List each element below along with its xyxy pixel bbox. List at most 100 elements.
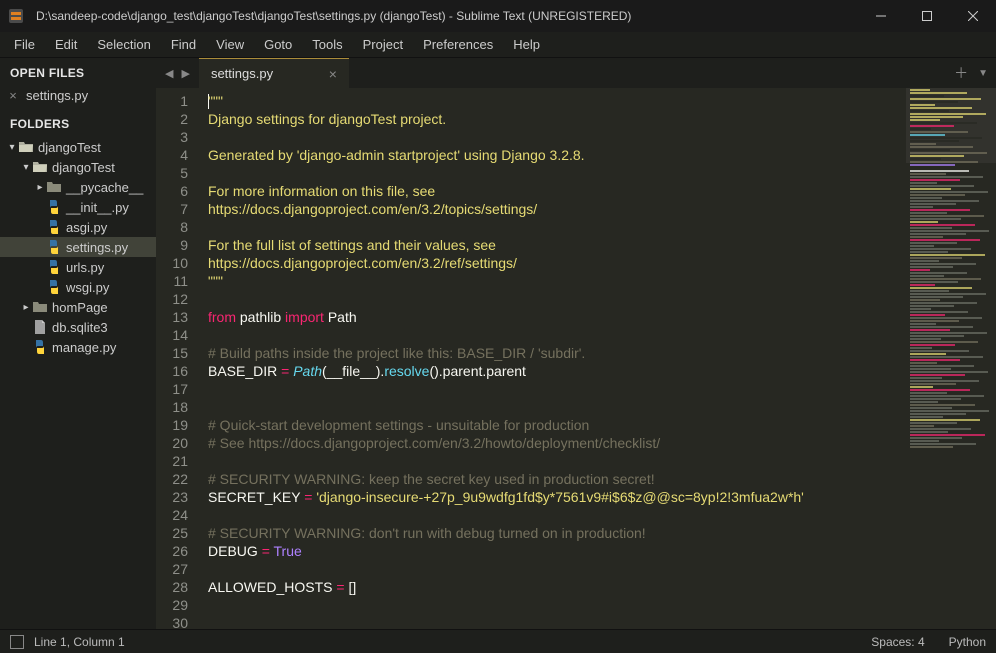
- line-number[interactable]: 7: [156, 200, 188, 218]
- code-line[interactable]: [208, 614, 906, 629]
- tab[interactable]: settings.py×: [199, 58, 349, 88]
- code-line[interactable]: [208, 326, 906, 344]
- tree-file[interactable]: __init__.py: [0, 197, 156, 217]
- line-number[interactable]: 2: [156, 110, 188, 128]
- line-gutter[interactable]: 1234567891011121314151617181920212223242…: [156, 88, 198, 629]
- code-line[interactable]: DEBUG = True: [208, 542, 906, 560]
- code-line[interactable]: from pathlib import Path: [208, 308, 906, 326]
- line-number[interactable]: 21: [156, 452, 188, 470]
- line-number[interactable]: 1: [156, 92, 188, 110]
- tree-folder[interactable]: ▸__pycache__: [0, 177, 156, 197]
- minimap[interactable]: [906, 88, 996, 629]
- tree-file[interactable]: manage.py: [0, 337, 156, 357]
- tree-file[interactable]: db.sqlite3: [0, 317, 156, 337]
- syntax-status[interactable]: Python: [949, 635, 986, 649]
- tree-folder[interactable]: ▾djangoTest: [0, 137, 156, 157]
- line-number[interactable]: 27: [156, 560, 188, 578]
- line-number[interactable]: 6: [156, 182, 188, 200]
- line-number[interactable]: 9: [156, 236, 188, 254]
- panel-switcher-icon[interactable]: [10, 635, 24, 649]
- line-number[interactable]: 10: [156, 254, 188, 272]
- tab-menu-icon[interactable]: ▼: [978, 68, 988, 79]
- tree-folder[interactable]: ▾djangoTest: [0, 157, 156, 177]
- line-number[interactable]: 29: [156, 596, 188, 614]
- indent-status[interactable]: Spaces: 4: [871, 635, 924, 649]
- line-number[interactable]: 16: [156, 362, 188, 380]
- open-file[interactable]: ×settings.py: [0, 86, 156, 109]
- code-line[interactable]: [208, 128, 906, 146]
- cursor-position[interactable]: Line 1, Column 1: [34, 635, 125, 649]
- code-line[interactable]: [208, 398, 906, 416]
- code-line[interactable]: # Quick-start development settings - uns…: [208, 416, 906, 434]
- line-number[interactable]: 15: [156, 344, 188, 362]
- disclosure-arrow-icon[interactable]: ▾: [20, 162, 32, 173]
- menu-project[interactable]: Project: [353, 34, 413, 55]
- line-number[interactable]: 30: [156, 614, 188, 629]
- menu-selection[interactable]: Selection: [87, 34, 160, 55]
- close-icon[interactable]: ×: [6, 88, 20, 103]
- code-line[interactable]: """: [208, 272, 906, 290]
- line-number[interactable]: 14: [156, 326, 188, 344]
- close-button[interactable]: [950, 0, 996, 32]
- menu-view[interactable]: View: [206, 34, 254, 55]
- tab-close-icon[interactable]: ×: [317, 66, 337, 82]
- code-line[interactable]: For the full list of settings and their …: [208, 236, 906, 254]
- line-number[interactable]: 4: [156, 146, 188, 164]
- code-line[interactable]: [208, 380, 906, 398]
- line-number[interactable]: 8: [156, 218, 188, 236]
- code-line[interactable]: [208, 596, 906, 614]
- tree-file[interactable]: asgi.py: [0, 217, 156, 237]
- code-line[interactable]: https://docs.djangoproject.com/en/3.2/to…: [208, 200, 906, 218]
- code-line[interactable]: [208, 218, 906, 236]
- line-number[interactable]: 18: [156, 398, 188, 416]
- menu-find[interactable]: Find: [161, 34, 206, 55]
- code-line[interactable]: SECRET_KEY = 'django-insecure-+27p_9u9wd…: [208, 488, 906, 506]
- menu-file[interactable]: File: [4, 34, 45, 55]
- tab-prev-icon[interactable]: ◀: [162, 67, 176, 80]
- menu-preferences[interactable]: Preferences: [413, 34, 503, 55]
- line-number[interactable]: 28: [156, 578, 188, 596]
- code-line[interactable]: https://docs.djangoproject.com/en/3.2/re…: [208, 254, 906, 272]
- menu-tools[interactable]: Tools: [302, 34, 352, 55]
- code-line[interactable]: # See https://docs.djangoproject.com/en/…: [208, 434, 906, 452]
- line-number[interactable]: 17: [156, 380, 188, 398]
- line-number[interactable]: 13: [156, 308, 188, 326]
- line-number[interactable]: 25: [156, 524, 188, 542]
- tree-file[interactable]: settings.py: [0, 237, 156, 257]
- line-number[interactable]: 20: [156, 434, 188, 452]
- tab-next-icon[interactable]: ▶: [178, 67, 192, 80]
- menu-edit[interactable]: Edit: [45, 34, 87, 55]
- code-line[interactable]: # SECURITY WARNING: keep the secret key …: [208, 470, 906, 488]
- code-line[interactable]: [208, 290, 906, 308]
- tree-file[interactable]: wsgi.py: [0, 277, 156, 297]
- minimize-button[interactable]: [858, 0, 904, 32]
- disclosure-arrow-icon[interactable]: ▸: [20, 302, 32, 313]
- line-number[interactable]: 26: [156, 542, 188, 560]
- line-number[interactable]: 12: [156, 290, 188, 308]
- line-number[interactable]: 23: [156, 488, 188, 506]
- code-editor[interactable]: """Django settings for djangoTest projec…: [198, 88, 906, 629]
- code-line[interactable]: For more information on this file, see: [208, 182, 906, 200]
- line-number[interactable]: 11: [156, 272, 188, 290]
- menu-help[interactable]: Help: [503, 34, 550, 55]
- code-line[interactable]: BASE_DIR = Path(__file__).resolve().pare…: [208, 362, 906, 380]
- code-line[interactable]: [208, 164, 906, 182]
- menu-goto[interactable]: Goto: [254, 34, 302, 55]
- code-line[interactable]: """: [208, 92, 906, 110]
- line-number[interactable]: 19: [156, 416, 188, 434]
- new-tab-icon[interactable]: ＋: [954, 63, 968, 83]
- line-number[interactable]: 3: [156, 128, 188, 146]
- code-line[interactable]: Generated by 'django-admin startproject'…: [208, 146, 906, 164]
- title-bar[interactable]: D:\sandeep-code\django_test\djangoTest\d…: [0, 0, 996, 32]
- tree-folder[interactable]: ▸homPage: [0, 297, 156, 317]
- code-line[interactable]: [208, 506, 906, 524]
- line-number[interactable]: 22: [156, 470, 188, 488]
- disclosure-arrow-icon[interactable]: ▸: [34, 182, 46, 193]
- code-line[interactable]: [208, 560, 906, 578]
- line-number[interactable]: 5: [156, 164, 188, 182]
- code-line[interactable]: # SECURITY WARNING: don't run with debug…: [208, 524, 906, 542]
- disclosure-arrow-icon[interactable]: ▾: [6, 142, 18, 153]
- code-line[interactable]: ALLOWED_HOSTS = []: [208, 578, 906, 596]
- code-line[interactable]: # Build paths inside the project like th…: [208, 344, 906, 362]
- tree-file[interactable]: urls.py: [0, 257, 156, 277]
